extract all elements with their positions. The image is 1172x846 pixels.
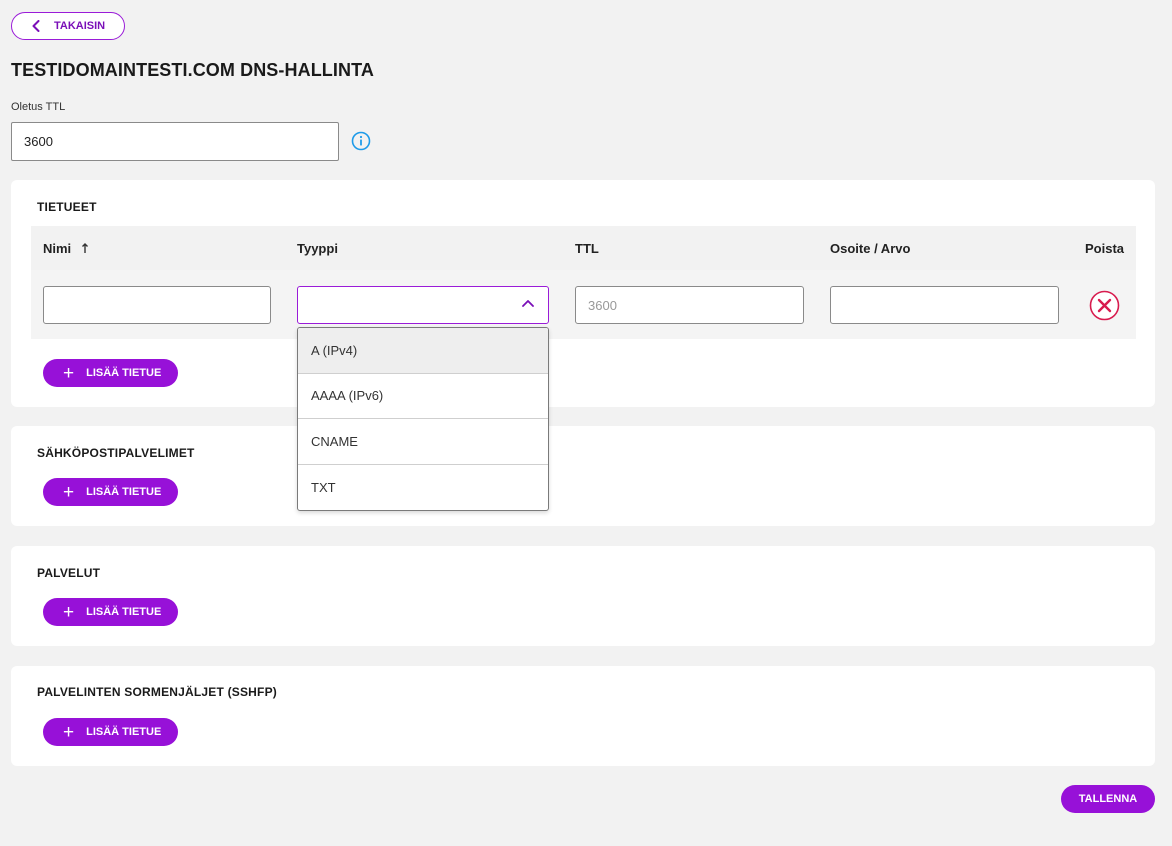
table-row [31, 270, 1136, 339]
services-title: PALVELUT [37, 566, 101, 580]
chevron-left-icon [32, 20, 40, 32]
column-delete-header: Poista [1085, 241, 1125, 256]
mail-servers-title: SÄHKÖPOSTIPALVELIMET [37, 446, 195, 460]
page-title: TESTIDOMAINTESTI.COM DNS-HALLINTA [11, 60, 374, 80]
delete-record-button[interactable] [1089, 290, 1120, 321]
records-table-header: Nimi Tyyppi TTL Osoite / Arvo Poista [31, 226, 1136, 270]
column-ttl-header: TTL [575, 241, 599, 256]
plus-icon: + [63, 721, 75, 743]
add-service-button[interactable]: + LISÄÄ TIETUE [43, 598, 178, 626]
chevron-up-icon [522, 300, 534, 307]
default-ttl-input[interactable] [11, 122, 339, 161]
plus-icon: + [63, 362, 75, 384]
default-ttl-label: Oletus TTL [11, 101, 66, 113]
services-card: PALVELUT + LISÄÄ TIETUE [11, 546, 1155, 646]
add-mail-server-label: LISÄÄ TIETUE [86, 486, 162, 498]
record-ttl-input[interactable] [575, 286, 804, 324]
sshfp-title: PALVELINTEN SORMENJÄLJET (SSHFP) [37, 685, 277, 699]
back-button[interactable]: TAKAISIN [11, 12, 125, 40]
save-button[interactable]: TALLENNA [1061, 785, 1155, 813]
sshfp-card: PALVELINTEN SORMENJÄLJET (SSHFP) + LISÄÄ… [11, 666, 1155, 766]
add-sshfp-button[interactable]: + LISÄÄ TIETUE [43, 718, 178, 746]
plus-icon: + [63, 481, 75, 503]
add-record-label: LISÄÄ TIETUE [86, 367, 162, 379]
sort-arrow-up-icon [81, 243, 88, 253]
column-address-header: Osoite / Arvo [830, 241, 911, 256]
record-type-select[interactable] [297, 286, 549, 324]
records-card: TIETUEET Nimi Tyyppi TTL Osoite / Arvo P… [11, 180, 1155, 407]
add-mail-server-button[interactable]: + LISÄÄ TIETUE [43, 478, 178, 506]
column-type-header: Tyyppi [297, 241, 338, 256]
add-sshfp-label: LISÄÄ TIETUE [86, 726, 162, 738]
record-name-input[interactable] [43, 286, 271, 324]
dropdown-option-aaaa[interactable]: AAAA (IPv6) [298, 374, 548, 419]
dropdown-option-txt[interactable]: TXT [298, 465, 548, 511]
mail-servers-card: SÄHKÖPOSTIPALVELIMET + LISÄÄ TIETUE [11, 426, 1155, 526]
dropdown-option-cname[interactable]: CNAME [298, 419, 548, 465]
records-title: TIETUEET [37, 200, 97, 214]
back-button-label: TAKAISIN [54, 20, 106, 32]
record-type-dropdown: A (IPv4) AAAA (IPv6) CNAME TXT [297, 327, 549, 511]
plus-icon: + [63, 601, 75, 623]
add-service-label: LISÄÄ TIETUE [86, 606, 162, 618]
column-name-header[interactable]: Nimi [43, 241, 89, 256]
add-record-button[interactable]: + LISÄÄ TIETUE [43, 359, 178, 387]
record-address-input[interactable] [830, 286, 1059, 324]
info-icon[interactable] [351, 131, 371, 151]
dropdown-option-a[interactable]: A (IPv4) [298, 328, 548, 374]
